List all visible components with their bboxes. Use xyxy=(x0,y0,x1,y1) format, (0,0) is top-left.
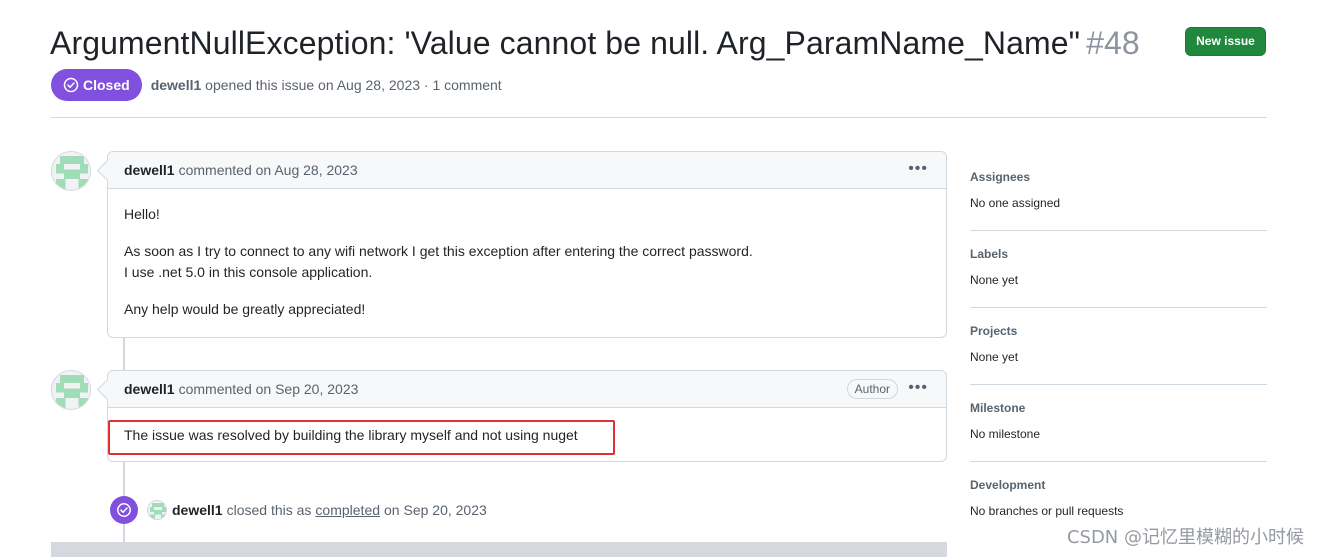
sidebar-labels: Labels None yet xyxy=(970,231,1267,308)
author-badge: Author xyxy=(846,379,898,399)
sidebar-heading[interactable]: Assignees xyxy=(970,169,1267,185)
event-text: closed this as xyxy=(226,502,312,518)
comment-box: dewell1 commented on Aug 28, 2023 ••• He… xyxy=(107,151,947,338)
issue-author-link[interactable]: dewell1 xyxy=(151,77,202,93)
comment-header: dewell1 commented on Aug 28, 2023 ••• xyxy=(108,152,946,189)
comment-body: The issue was resolved by building the l… xyxy=(108,408,946,460)
comment-timestamp[interactable]: commented on Sep 20, 2023 xyxy=(179,381,359,397)
comment-body: Hello! As soon as I try to connect to an… xyxy=(108,189,946,334)
comment-line: As soon as I try to connect to any wifi … xyxy=(124,243,753,259)
comment-composer-edge xyxy=(51,542,947,557)
issue-header: ArgumentNullException: 'Value cannot be … xyxy=(50,22,1270,66)
sidebar-assignees: Assignees No one assigned xyxy=(970,154,1267,231)
issue-meta-text: dewell1 opened this issue on Aug 28, 202… xyxy=(151,77,502,93)
avatar[interactable] xyxy=(147,500,167,520)
sidebar-heading[interactable]: Labels xyxy=(970,246,1267,262)
sidebar-value: None yet xyxy=(970,273,1019,287)
sidebar-heading[interactable]: Development xyxy=(970,477,1267,493)
kebab-horizontal-icon[interactable]: ••• xyxy=(908,160,928,178)
issue-title: ArgumentNullException: 'Value cannot be … xyxy=(50,22,1140,64)
issue-meta: Closed dewell1 opened this issue on Aug … xyxy=(51,69,502,101)
check-circle-icon xyxy=(110,496,138,524)
sidebar-heading[interactable]: Projects xyxy=(970,323,1267,339)
comment-box: dewell1 commented on Sep 20, 2023 Author… xyxy=(107,370,947,462)
issue-number: #48 xyxy=(1086,25,1140,61)
check-circle-icon xyxy=(63,77,79,93)
issue-meta-detail: opened this issue on Aug 28, 2023 · 1 co… xyxy=(205,77,502,93)
event-date[interactable]: on Sep 20, 2023 xyxy=(384,502,487,518)
identicon-avatar xyxy=(148,501,166,519)
sidebar-value: No milestone xyxy=(970,427,1041,441)
sidebar-heading[interactable]: Milestone xyxy=(970,400,1267,416)
sidebar-value: None yet xyxy=(970,350,1019,364)
comment-paragraph: As soon as I try to connect to any wifi … xyxy=(124,241,930,283)
identicon-avatar xyxy=(52,371,90,409)
sidebar-milestone: Milestone No milestone xyxy=(970,385,1267,462)
timeline-event-closed: dewell1 closed this as completed on Sep … xyxy=(110,495,487,525)
watermark-text: CSDN @记忆里模糊的小时候 xyxy=(1066,527,1304,548)
comment-author[interactable]: dewell1 xyxy=(124,162,175,178)
comment-timestamp[interactable]: commented on Aug 28, 2023 xyxy=(179,162,358,178)
kebab-horizontal-icon[interactable]: ••• xyxy=(908,379,928,397)
new-issue-button[interactable]: New issue xyxy=(1185,27,1266,56)
event-completed-link[interactable]: completed xyxy=(315,502,380,518)
status-badge: Closed xyxy=(51,69,142,101)
header-divider xyxy=(51,117,1267,118)
comment-line: I use .net 5.0 in this console applicati… xyxy=(124,264,373,280)
sidebar-value: No branches or pull requests xyxy=(970,504,1124,518)
comment-paragraph: Any help would be greatly appreciated! xyxy=(124,301,366,317)
sidebar-value: No one assigned xyxy=(970,196,1061,210)
issue-sidebar: Assignees No one assigned Labels None ye… xyxy=(970,154,1267,539)
avatar[interactable] xyxy=(51,370,91,410)
status-label: Closed xyxy=(83,77,130,93)
comment-author[interactable]: dewell1 xyxy=(124,381,175,397)
comment-header: dewell1 commented on Sep 20, 2023 Author… xyxy=(108,371,946,408)
sidebar-projects: Projects None yet xyxy=(970,308,1267,385)
event-author[interactable]: dewell1 xyxy=(172,502,223,518)
identicon-avatar xyxy=(52,152,90,190)
issue-title-text: ArgumentNullException: 'Value cannot be … xyxy=(50,25,1081,61)
avatar[interactable] xyxy=(51,151,91,191)
comment-paragraph: Hello! xyxy=(124,206,160,222)
comment-paragraph: The issue was resolved by building the l… xyxy=(124,427,578,443)
